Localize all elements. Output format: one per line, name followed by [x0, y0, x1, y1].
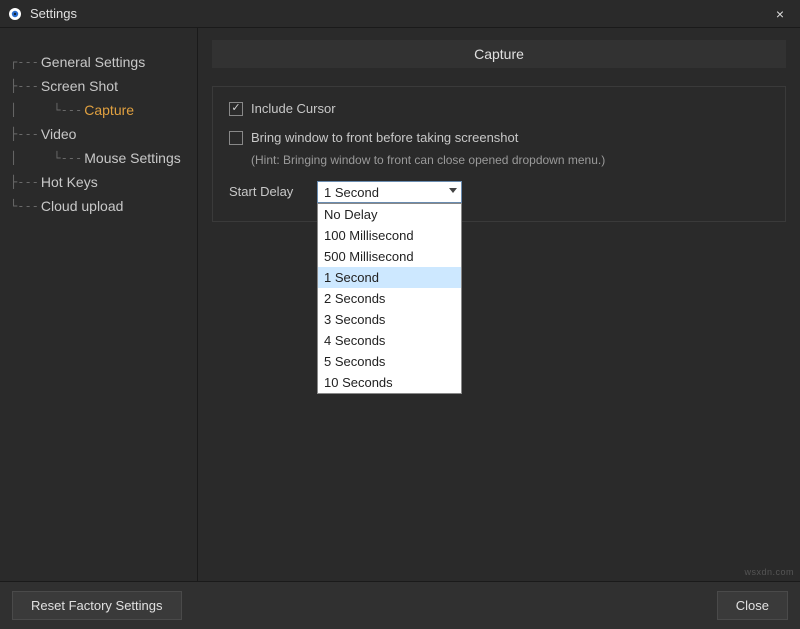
sidebar-item-general-settings[interactable]: ┌--- General Settings: [10, 50, 197, 74]
sidebar-item-mouse-settings[interactable]: │ └--- Mouse Settings: [10, 146, 197, 170]
sidebar-item-video[interactable]: ├--- Video: [10, 122, 197, 146]
bring-to-front-row: Bring window to front before taking scre…: [229, 130, 769, 145]
tree-branch-icon: ├---: [10, 175, 39, 189]
delay-option-4s[interactable]: 4 Seconds: [318, 330, 461, 351]
sidebar-item-screen-shot[interactable]: ├--- Screen Shot: [10, 74, 197, 98]
sidebar-item-label: Cloud upload: [41, 198, 124, 214]
delay-option-1s[interactable]: 1 Second: [318, 267, 461, 288]
sidebar-item-cloud-upload[interactable]: └--- Cloud upload: [10, 194, 197, 218]
delay-option-2s[interactable]: 2 Seconds: [318, 288, 461, 309]
tree-branch-icon: ├---: [10, 127, 39, 141]
close-icon[interactable]: ×: [768, 6, 792, 22]
start-delay-label: Start Delay: [229, 181, 317, 199]
sidebar-item-label: Hot Keys: [41, 174, 98, 190]
footer: Reset Factory Settings Close: [0, 581, 800, 629]
app-icon: [8, 7, 22, 21]
content: ┌--- General Settings ├--- Screen Shot │…: [0, 28, 800, 581]
main-panel: Capture Include Cursor Bring window to f…: [198, 28, 800, 581]
include-cursor-checkbox[interactable]: [229, 102, 243, 116]
sidebar: ┌--- General Settings ├--- Screen Shot │…: [0, 28, 198, 581]
start-delay-select[interactable]: 1 Second: [317, 181, 462, 203]
bring-to-front-label: Bring window to front before taking scre…: [251, 130, 518, 145]
sidebar-item-label: Mouse Settings: [84, 150, 181, 166]
reset-factory-button[interactable]: Reset Factory Settings: [12, 591, 182, 620]
delay-option-500ms[interactable]: 500 Millisecond: [318, 246, 461, 267]
watermark: wsxdn.com: [744, 567, 794, 577]
tree-branch-icon: ┌---: [10, 55, 39, 69]
sidebar-item-hot-keys[interactable]: ├--- Hot Keys: [10, 170, 197, 194]
start-delay-dropdown: No Delay 100 Millisecond 500 Millisecond…: [317, 203, 462, 394]
delay-option-3s[interactable]: 3 Seconds: [318, 309, 461, 330]
delay-option-100ms[interactable]: 100 Millisecond: [318, 225, 461, 246]
start-delay-select-wrap: 1 Second No Delay 100 Millisecond 500 Mi…: [317, 181, 462, 203]
delay-option-5s[interactable]: 5 Seconds: [318, 351, 461, 372]
chevron-down-icon: [449, 188, 457, 193]
tree-branch-icon: ├---: [10, 79, 39, 93]
start-delay-value: 1 Second: [324, 185, 379, 200]
sidebar-item-label: Screen Shot: [41, 78, 118, 94]
panel-title: Capture: [212, 40, 786, 68]
include-cursor-label: Include Cursor: [251, 101, 336, 116]
panel-body: Include Cursor Bring window to front bef…: [212, 86, 786, 222]
sidebar-item-label: General Settings: [41, 54, 145, 70]
window-title: Settings: [30, 6, 768, 21]
delay-option-no-delay[interactable]: No Delay: [318, 204, 461, 225]
tree-branch-icon: │ └---: [10, 151, 82, 165]
include-cursor-row: Include Cursor: [229, 101, 769, 116]
delay-option-10s[interactable]: 10 Seconds: [318, 372, 461, 393]
titlebar: Settings ×: [0, 0, 800, 28]
bring-to-front-hint: (Hint: Bringing window to front can clos…: [251, 153, 769, 167]
tree-branch-icon: │ └---: [10, 103, 82, 117]
start-delay-row: Start Delay 1 Second No Delay 100 Millis…: [229, 181, 769, 203]
sidebar-item-label: Video: [41, 126, 77, 142]
sidebar-item-capture[interactable]: │ └--- Capture: [10, 98, 197, 122]
sidebar-item-label: Capture: [84, 102, 134, 118]
tree-branch-icon: └---: [10, 199, 39, 213]
close-button[interactable]: Close: [717, 591, 788, 620]
bring-to-front-checkbox[interactable]: [229, 131, 243, 145]
